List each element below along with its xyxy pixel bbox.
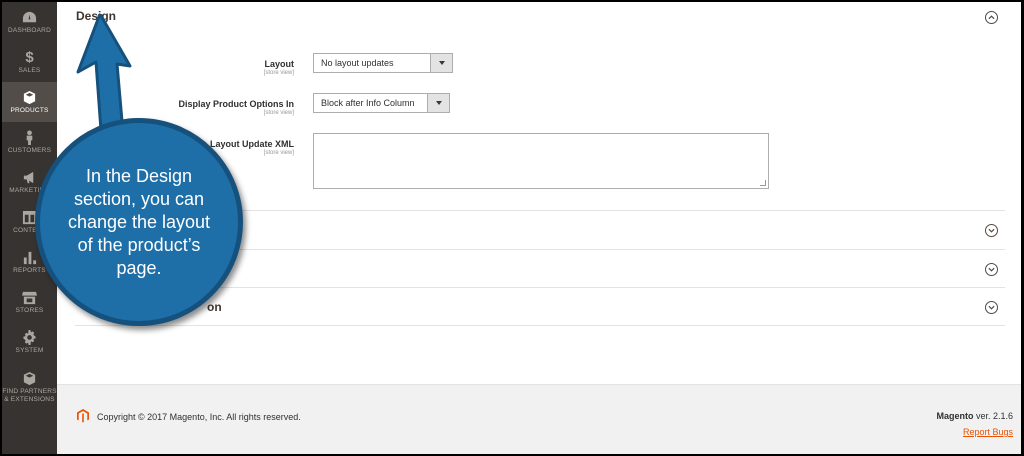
megaphone-icon [22,170,38,185]
product-options-select[interactable]: Block after Info Column [313,93,450,113]
extensions-icon [22,371,38,386]
section-expand-button[interactable] [985,301,998,314]
layout-label-text: Layout [264,59,294,69]
layout-update-xml-textarea[interactable] [313,133,769,189]
nav-label: PRODUCTS [10,106,49,114]
chevron-down-icon [988,267,995,272]
nav-stores[interactable]: STORES [2,282,57,322]
section-expand-button[interactable] [985,224,998,237]
callout-text: In the Design section, you can change th… [67,165,211,278]
section-divider [75,325,1005,326]
dollar-icon: $ [25,48,34,66]
layout-scope: [store view] [263,70,294,76]
gear-icon [22,329,38,345]
magento-logo-icon [77,409,89,423]
layout-select[interactable]: No layout updates [313,53,453,73]
nav-label: FIND PARTNERS & EXTENSIONS [2,387,57,403]
layout-label: Layout [store view] [157,59,294,76]
chevron-up-icon [988,15,995,20]
person-icon [22,129,38,145]
design-collapse-button[interactable] [985,11,998,24]
nav-label: REPORTS [13,266,46,274]
store-icon [22,290,38,305]
nav-find-partners[interactable]: FIND PARTNERS & EXTENSIONS [2,362,57,412]
chevron-down-icon[interactable] [430,54,452,72]
version-text: Magento ver. 2.1.6 [936,411,1013,421]
version-number: ver. 2.1.6 [973,411,1013,421]
chevron-down-icon [988,305,995,310]
options-scope: [store view] [263,110,294,116]
nav-dashboard[interactable]: DASHBOARD [2,2,57,42]
resize-grip-icon[interactable] [760,180,766,186]
nav-products[interactable]: PRODUCTS [2,82,57,122]
version-brand: Magento [936,411,974,421]
nav-label: STORES [15,306,44,314]
report-bugs-link[interactable]: Report Bugs [963,427,1013,437]
callout-bubble: In the Design section, you can change th… [35,118,243,326]
nav-customers[interactable]: CUSTOMERS [2,122,57,162]
nav-system[interactable]: SYSTEM [2,322,57,362]
options-label: Display Product Options In [store view] [137,99,294,116]
options-label-text: Display Product Options In [178,99,294,109]
nav-sales[interactable]: $ SALES [2,42,57,82]
section-expand-button[interactable] [985,263,998,276]
nav-label: SYSTEM [15,346,44,354]
nav-label: DASHBOARD [8,26,51,34]
xml-label-text: Layout Update XML [209,139,294,149]
collapsed-section-title[interactable]: on [207,300,222,314]
page-footer: Copyright © 2017 Magento, Inc. All right… [57,384,1021,454]
nav-label: SALES [18,66,41,74]
copyright-text: Copyright © 2017 Magento, Inc. All right… [97,412,301,422]
dashboard-icon [22,10,38,25]
chevron-down-icon[interactable] [427,94,449,112]
bar-chart-icon [22,250,38,265]
layout-select-value: No layout updates [321,58,394,68]
nav-label: CUSTOMERS [7,146,52,154]
box-icon [22,90,38,105]
chevron-down-icon [988,228,995,233]
product-options-select-value: Block after Info Column [321,98,415,108]
